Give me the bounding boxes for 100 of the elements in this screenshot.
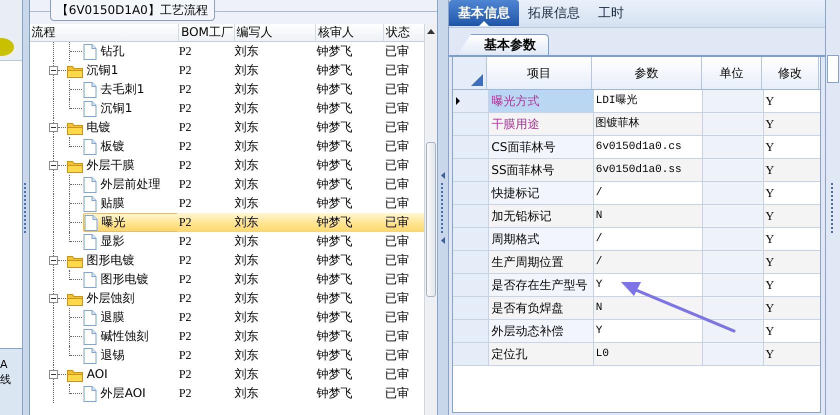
tree-row[interactable]: 外层前处理 P2 刘东 钟梦飞 已审 [30,175,424,194]
scrollbar[interactable] [424,24,438,415]
expander-toggle[interactable] [48,370,58,379]
tree-row[interactable]: 钻孔 P2 刘东 钟梦飞 已审 [30,42,424,61]
tree-row[interactable]: 退膜 P2 刘东 钟梦飞 已审 [30,308,424,327]
tree-row[interactable]: 外层蚀刻 P2 刘东 钟梦飞 已审 [30,289,424,308]
select-all-icon[interactable] [471,74,484,86]
table-cell: 快捷标记 [489,182,594,204]
table-cell-text: 钟梦飞 [316,195,354,212]
table-cell-text: 刘东 [234,233,260,250]
document-icon [82,272,97,288]
document-icon [84,214,98,230]
tree-row[interactable]: 曝光 P2 刘东 钟梦飞 已审 [30,213,424,232]
table-cell: 干膜用途 [489,113,594,135]
table-cell: Y [764,343,820,365]
group-title: 【6V0150D1A0】工艺流程 [50,0,215,21]
row-header[interactable] [453,90,490,112]
folder-icon [66,64,83,78]
tree-row[interactable]: 显影 P2 刘东 钟梦飞 已审 [30,232,424,251]
splitter-grip[interactable] [831,183,836,233]
expander-toggle[interactable] [48,123,58,132]
tree-label: 钻孔 [100,43,125,60]
table-cell-text: P2 [178,157,193,174]
tree-row[interactable]: 去毛刺1 P2 刘东 钟梦飞 已审 [30,80,424,99]
tree-label: 图形电镀 [100,271,149,288]
table-cell: / [594,251,704,273]
table-cell-text: 已审 [384,157,410,174]
tree-label: 外层前处理 [100,176,161,193]
splitter-handle[interactable] [437,0,450,415]
table-cell-text: P2 [178,271,193,288]
table-cell-text: 刘东 [234,347,260,364]
tree-label: 板镀 [100,138,125,155]
table-cell-text: 钟梦飞 [316,81,354,98]
table-cell: 图镀菲林 [594,113,704,135]
tree-row[interactable]: 电镀 P2 刘东 钟梦飞 已审 [30,118,424,137]
table-cell-text: 钟梦飞 [316,43,354,60]
table-cell-text: P2 [178,309,193,326]
table-cell-text: P2 [178,233,193,250]
column-header[interactable]: 项目 [487,57,592,89]
table-cell: 外层动态补偿 [489,320,594,342]
table-cell-text: 钟梦飞 [316,100,354,117]
column-header[interactable]: 编写人 [234,24,316,41]
table-cell-text: P2 [178,100,193,117]
expander-toggle[interactable] [48,294,58,303]
table-cell-text: P2 [178,176,193,193]
column-header[interactable]: BOM工厂 [179,24,235,41]
column-header[interactable]: 参数 [592,57,702,89]
scroll-up-icon[interactable] [427,28,436,34]
column-header[interactable]: 流程 [30,24,180,41]
table-cell-text: Y [764,277,776,294]
table-cell-text: 已审 [384,43,410,60]
tree-row[interactable]: AOI P2 刘东 钟梦飞 已审 [30,365,424,384]
expander-toggle[interactable] [48,256,58,265]
tree-label: 外层蚀刻 [86,290,135,307]
document-icon [82,100,97,116]
tree-row[interactable]: 退锡 P2 刘东 钟梦飞 已审 [30,346,424,365]
column-header[interactable]: 修改 [762,57,820,89]
table-cell-text: 刘东 [234,252,260,269]
table-cell-text: 刘东 [234,62,260,79]
tree-row[interactable]: 沉铜1 P2 刘东 钟梦飞 已审 [30,61,424,80]
tree-row[interactable]: 贴膜 P2 刘东 钟梦飞 已审 [30,194,424,213]
tree-row[interactable]: 沉铜1 P2 刘东 钟梦飞 已审 [30,99,424,118]
folder-icon [66,254,83,268]
table-cell: Y [764,205,820,227]
current-row-icon [456,97,460,105]
table-cell-text: 刘东 [234,195,260,212]
tree-row[interactable]: 外层干膜 P2 刘东 钟梦飞 已审 [30,156,424,175]
table-cell-text: 刘东 [234,100,260,117]
document-icon [82,386,97,402]
column-header[interactable]: 核审人 [316,24,384,41]
document-icon [82,310,97,326]
tree-label: 退膜 [100,309,125,326]
expander-toggle[interactable] [48,161,58,170]
table-cell: Y [764,297,820,319]
table-cell-text: P2 [178,138,193,155]
tree-label: 电镀 [86,119,111,136]
column-header[interactable]: 状态 [384,24,424,41]
table-cell: Y [764,113,820,135]
table-cell: 6v0150d1a0.ss [594,159,704,181]
document-icon [82,234,97,250]
table-cell-text: 已审 [384,138,410,155]
tree-row[interactable]: 板镀 P2 刘东 钟梦飞 已审 [30,137,424,156]
tree-row[interactable]: 图形电镀 P2 刘东 钟梦飞 已审 [30,251,424,270]
table-cell: Y [764,251,820,273]
expander-toggle[interactable] [48,66,58,75]
sub-tab[interactable]: 基本参数 [457,34,550,55]
column-header[interactable]: 单位 [702,57,762,89]
tree-row[interactable]: 碱性蚀刻 P2 刘东 钟梦飞 已审 [30,327,424,346]
table-cell-text: Y [764,93,776,110]
table-cell: 是否有负焊盘 [489,297,594,319]
tab[interactable]: 拓展信息 [519,0,590,26]
tree-row[interactable]: 图形电镀 P2 刘东 钟梦飞 已审 [30,270,424,289]
tree-row[interactable]: 外层AOI P2 刘东 钟梦飞 已审 [30,384,424,403]
document-icon [82,44,97,60]
tab[interactable]: 基本信息 [449,0,520,26]
side-tab[interactable]: A 线 [0,348,22,415]
side-tab[interactable] [827,55,840,83]
table-cell-text: Y [764,139,776,156]
tab[interactable]: 工时 [589,0,634,26]
table-cell-text: 钟梦飞 [316,252,354,269]
